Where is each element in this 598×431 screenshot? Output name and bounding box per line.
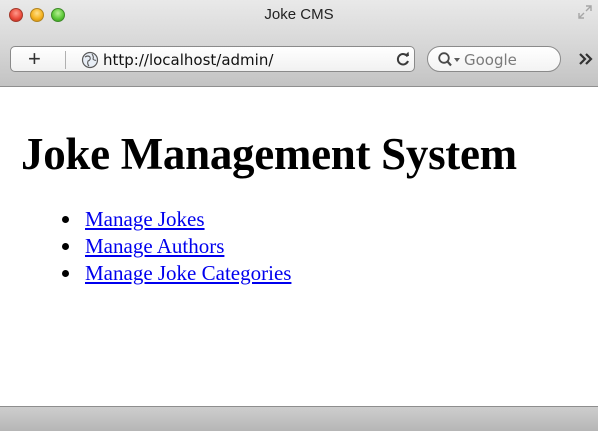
admin-nav-list: Manage Jokes Manage Authors Manage Joke … bbox=[58, 206, 291, 287]
manage-jokes-link[interactable]: Manage Jokes bbox=[85, 207, 205, 231]
fullscreen-icon[interactable] bbox=[577, 5, 593, 21]
url-field[interactable]: http://localhost/admin/ bbox=[103, 51, 273, 69]
search-placeholder: Google bbox=[464, 51, 517, 69]
status-bar bbox=[0, 406, 598, 431]
search-icon[interactable] bbox=[437, 51, 463, 69]
browser-window: Joke CMS + http://localhost/admin/ Googl… bbox=[0, 0, 598, 431]
bullet-icon bbox=[62, 270, 69, 277]
globe-icon bbox=[81, 51, 99, 69]
toolbar-divider bbox=[65, 51, 66, 69]
bullet-icon bbox=[62, 243, 69, 250]
address-bar[interactable]: + http://localhost/admin/ bbox=[10, 46, 415, 72]
add-bookmark-button[interactable]: + bbox=[28, 46, 41, 72]
page-title: Joke Management System bbox=[21, 129, 517, 179]
list-item: Manage Authors bbox=[58, 233, 291, 260]
bullet-icon bbox=[62, 216, 69, 223]
manage-categories-link[interactable]: Manage Joke Categories bbox=[85, 261, 291, 285]
reload-icon[interactable] bbox=[394, 50, 412, 68]
overflow-icon[interactable] bbox=[578, 50, 594, 71]
window-title: Joke CMS bbox=[264, 6, 334, 23]
list-item: Manage Joke Categories bbox=[58, 260, 291, 287]
page-content: Joke Management System Manage Jokes Mana… bbox=[0, 88, 598, 406]
list-item: Manage Jokes bbox=[58, 206, 291, 233]
browser-toolbar: Joke CMS + http://localhost/admin/ Googl… bbox=[0, 0, 598, 87]
manage-authors-link[interactable]: Manage Authors bbox=[85, 234, 224, 258]
search-input[interactable]: Google bbox=[427, 46, 561, 72]
